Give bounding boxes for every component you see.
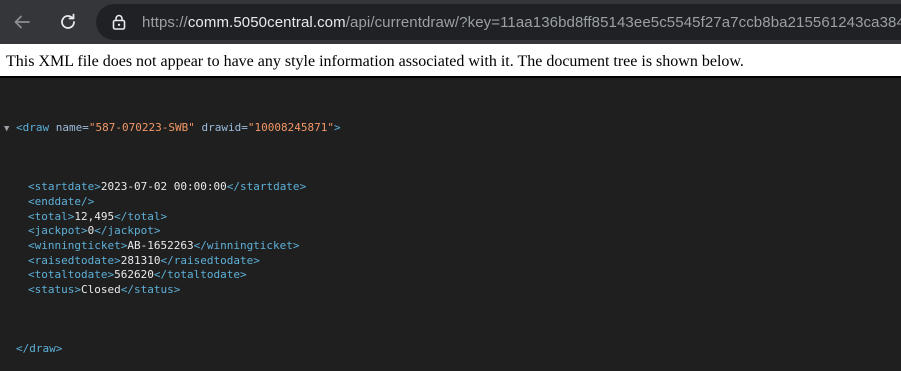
attr-value: "587-070223-SWB" [88, 121, 195, 135]
tag-name: startdate [239, 180, 300, 194]
xml-root-open[interactable]: ▼ <draw name="587-070223-SWB" drawid="100… [0, 121, 901, 136]
xml-root-close: </draw> [16, 341, 63, 355]
tag-value: 281310 [120, 253, 161, 267]
tag-name: jackpot [107, 224, 154, 238]
tag-name: enddate [34, 194, 81, 208]
notice-text: This XML file does not appear to have an… [6, 53, 744, 70]
tag-name: startdate [34, 180, 95, 194]
xml-element-total: <total>12,495</total> [28, 209, 168, 223]
tag-value: Closed [81, 283, 121, 297]
xml-style-notice: This XML file does not appear to have an… [0, 44, 901, 78]
root-tag-name: draw [22, 121, 50, 135]
attr-value: "10008245871" [247, 121, 334, 135]
tag-name: raisedtodate [34, 253, 115, 267]
reload-icon [61, 13, 75, 29]
xml-element-winningticket: <winningticket>AB-1652263</winningticket… [28, 238, 300, 252]
tag-name: winningticket [34, 238, 121, 252]
xml-element-startdate: <startdate>2023-07-02 00:00:00</startdat… [28, 180, 307, 194]
xml-element-status: <status>Closed</status> [28, 283, 181, 297]
back-button[interactable] [2, 0, 42, 44]
tag-value: AB-1652263 [127, 238, 194, 252]
address-bar[interactable]: https://comm.5050central.com/api/current… [96, 4, 901, 40]
tag-name: totaltodate [34, 268, 108, 282]
attr-name: drawid [201, 121, 242, 135]
tag-name: totaltodate [167, 268, 240, 282]
url-host: comm.5050central.com [187, 13, 346, 31]
url-text[interactable]: https://comm.5050central.com/api/current… [142, 14, 901, 31]
tag-name: jackpot [34, 224, 81, 238]
tag-value: 2023-07-02 00:00:00 [100, 180, 227, 194]
tag-name: status [134, 283, 174, 297]
attr-name: name [55, 121, 83, 135]
site-info-icon[interactable] [110, 13, 128, 31]
tag-name: total [127, 209, 161, 223]
xml-tree: ▼ <draw name="587-070223-SWB" drawid="100… [0, 78, 901, 355]
xml-element-totaltodate: <totaltodate>562620</totaltodate> [28, 268, 247, 282]
collapse-triangle-icon[interactable]: ▼ [4, 122, 16, 137]
tag-value: 562620 [114, 268, 154, 282]
tag-name: winningticket [206, 238, 293, 252]
tag-name: total [34, 209, 68, 223]
arrow-left-icon [14, 15, 30, 29]
xml-element-enddate: <enddate/> [28, 194, 95, 208]
tag-value: 12,495 [74, 209, 115, 223]
tag-name: raisedtodate [173, 253, 254, 267]
url-path: /api/currentdraw/?key=11aa136bd8ff85143e… [345, 13, 901, 31]
tag-name: status [34, 283, 75, 297]
browser-toolbar: https://comm.5050central.com/api/current… [0, 0, 901, 44]
root-tag-name: draw [29, 341, 56, 355]
xml-element-raisedtodate: <raisedtodate>281310</raisedtodate> [28, 253, 260, 267]
reload-button[interactable] [48, 0, 88, 44]
xml-element-jackpot: <jackpot>0</jackpot> [28, 224, 161, 238]
